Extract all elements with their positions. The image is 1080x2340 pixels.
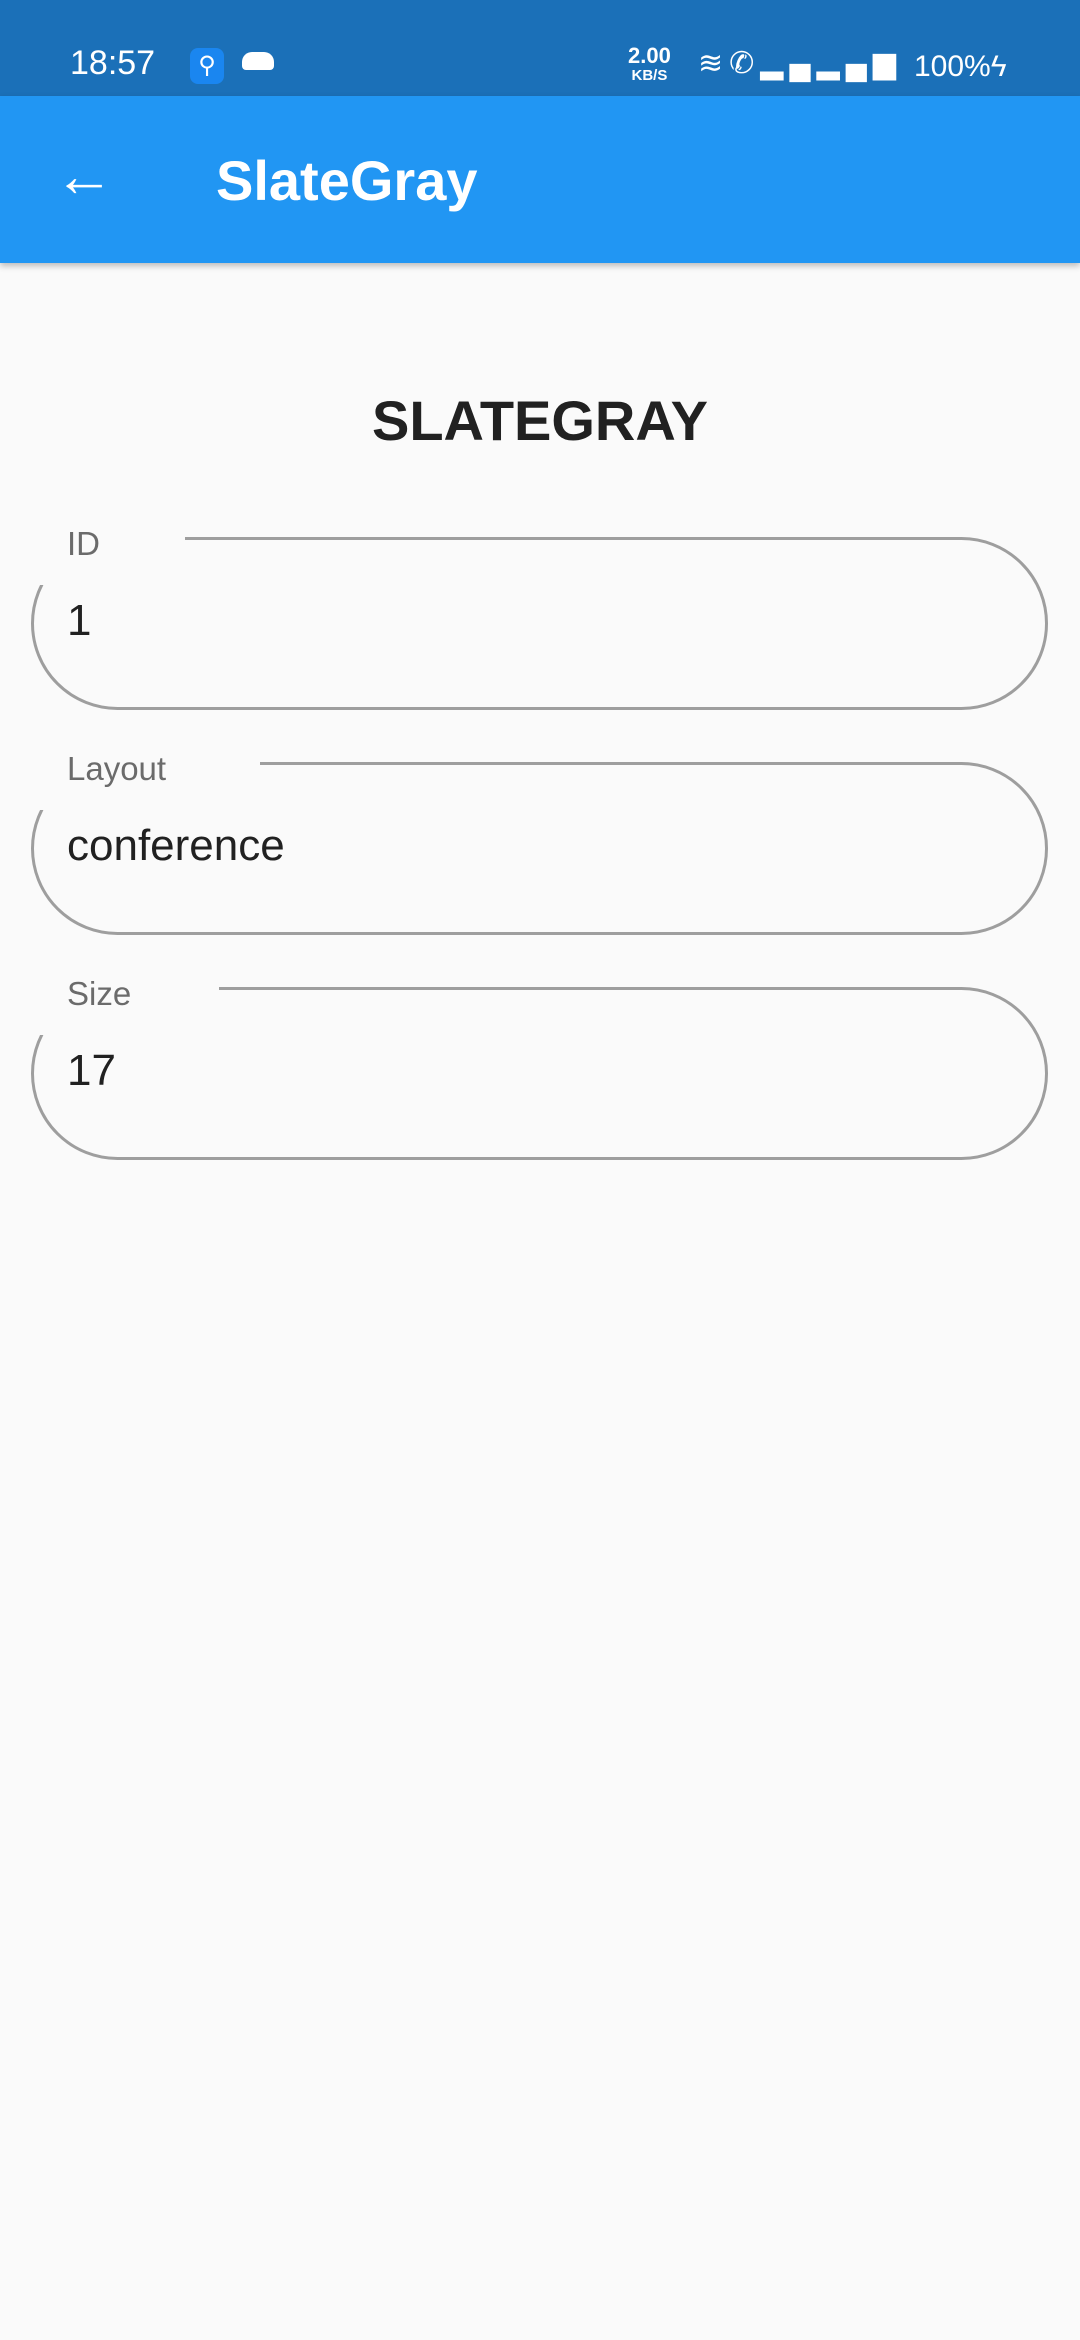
page-heading: SLATEGRAY — [371, 389, 709, 452]
layout-label: Layout — [67, 750, 167, 787]
signal-icon: ▂▄ — [760, 47, 817, 80]
battery: 100%ϟ — [914, 50, 1007, 84]
usb-icon: ⚲ — [190, 48, 224, 84]
network-rate: 2.00 KB/S — [628, 43, 671, 86]
app-bar-title: SlateGray — [216, 149, 478, 212]
net-rate-value: 2.00 — [628, 43, 671, 68]
app-bar: ← SlateGray — [0, 96, 1080, 263]
id-label: ID — [67, 525, 100, 562]
signal-icons: ≋✆▂▄▂▄▆ — [698, 46, 902, 81]
battery-level: 100% — [914, 50, 991, 83]
signal-icon: ▂▄▆ — [816, 47, 903, 80]
label-gap — [20, 515, 185, 585]
size-label: Size — [67, 975, 132, 1012]
charging-icon: ϟ — [990, 50, 1007, 83]
id-value[interactable]: 1 — [67, 596, 91, 646]
status-bar: 18:57 ⚲ 2.00 KB/S ≋✆▂▄▂▄▆ 100%ϟ — [0, 0, 1080, 96]
net-rate-unit: KB/S — [631, 67, 668, 84]
layout-value[interactable]: conference — [67, 821, 285, 871]
arrow-left-icon: ← — [54, 142, 114, 209]
status-time: 18:57 — [70, 44, 156, 82]
cloud-icon — [242, 52, 274, 70]
size-value[interactable]: 17 — [67, 1046, 116, 1096]
back-button[interactable]: ← — [54, 146, 114, 206]
wifi-call-icon: ✆ — [729, 47, 761, 80]
wifi-icon: ≋ — [698, 47, 730, 80]
